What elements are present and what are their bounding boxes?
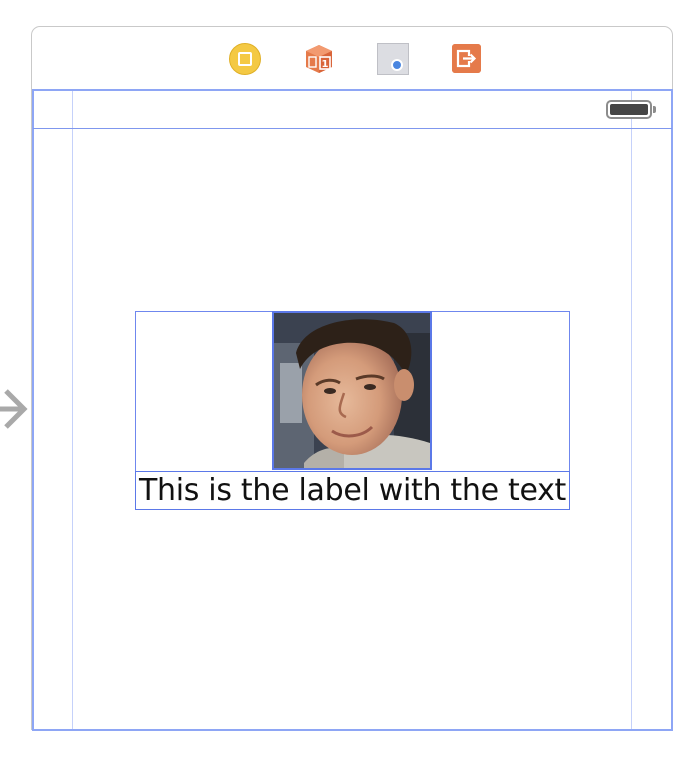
status-bar-divider	[33, 128, 672, 129]
svg-text:1: 1	[322, 59, 329, 70]
text-label[interactable]: This is the label with the text	[135, 471, 570, 510]
scene-dock: 1	[32, 27, 672, 90]
arrow-right-icon[interactable]	[0, 386, 30, 432]
first-responder-icon[interactable]: 1	[303, 43, 335, 75]
profile-image-view[interactable]	[272, 311, 432, 470]
layout-margin-guide-left	[72, 91, 73, 729]
battery-icon	[606, 100, 656, 119]
label-text: This is the label with the text	[138, 473, 567, 508]
layout-margin-guide-right	[631, 91, 632, 729]
exit-icon[interactable]	[452, 44, 481, 73]
view-controller-icon[interactable]	[229, 43, 261, 75]
profile-photo	[274, 313, 430, 468]
proxy-object-icon[interactable]	[377, 43, 409, 75]
storyboard-canvas: 1 This is the label with the text	[0, 0, 700, 762]
